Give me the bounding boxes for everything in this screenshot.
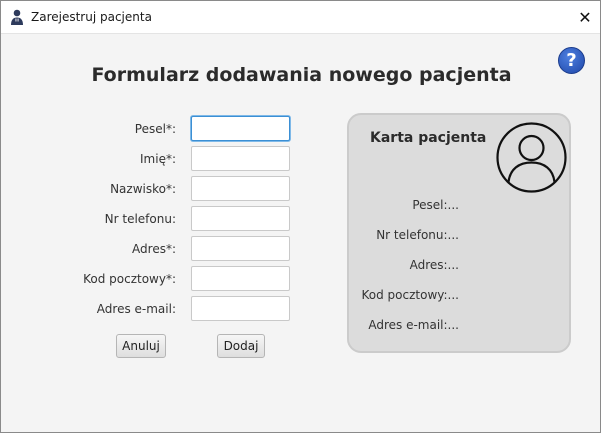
card-address: Adres:... [409,258,459,272]
phone-label: Nr telefonu: [104,212,176,226]
register-patient-window: Zarejestruj pacjenta ✕ ? Formularz dodaw… [0,0,601,433]
user-avatar-icon [496,122,567,193]
close-icon: ✕ [578,7,592,27]
email-input[interactable] [191,296,290,321]
close-button[interactable]: ✕ [570,1,600,33]
patient-card: Karta pacjenta Pesel:... Nr telefonu:...… [347,113,571,353]
window-title: Zarejestruj pacjenta [31,10,152,24]
first-name-label: Imię*: [140,152,176,166]
cancel-button[interactable]: Anuluj [116,334,166,358]
address-label: Adres*: [132,242,176,256]
pesel-label: Pesel*: [134,122,176,136]
last-name-input[interactable] [191,176,290,201]
card-postal-code: Kod pocztowy:... [361,288,459,302]
card-phone: Nr telefonu:... [376,228,459,242]
last-name-label: Nazwisko*: [110,182,176,196]
phone-input[interactable] [191,206,290,231]
card-pesel: Pesel:... [412,198,459,212]
postal-code-label: Kod pocztowy*: [83,272,176,286]
title-bar: Zarejestruj pacjenta ✕ [1,1,600,34]
card-title: Karta pacjenta [370,130,487,146]
email-label: Adres e-mail: [96,302,176,316]
postal-code-input[interactable] [191,266,290,291]
first-name-input[interactable] [191,146,290,171]
doctor-user-icon [10,9,24,25]
pesel-input[interactable] [191,116,290,141]
card-email: Adres e-mail:... [368,318,459,332]
form-heading: Formularz dodawania nowego pacjenta [91,64,512,86]
add-button[interactable]: Dodaj [217,334,265,358]
address-input[interactable] [191,236,290,261]
